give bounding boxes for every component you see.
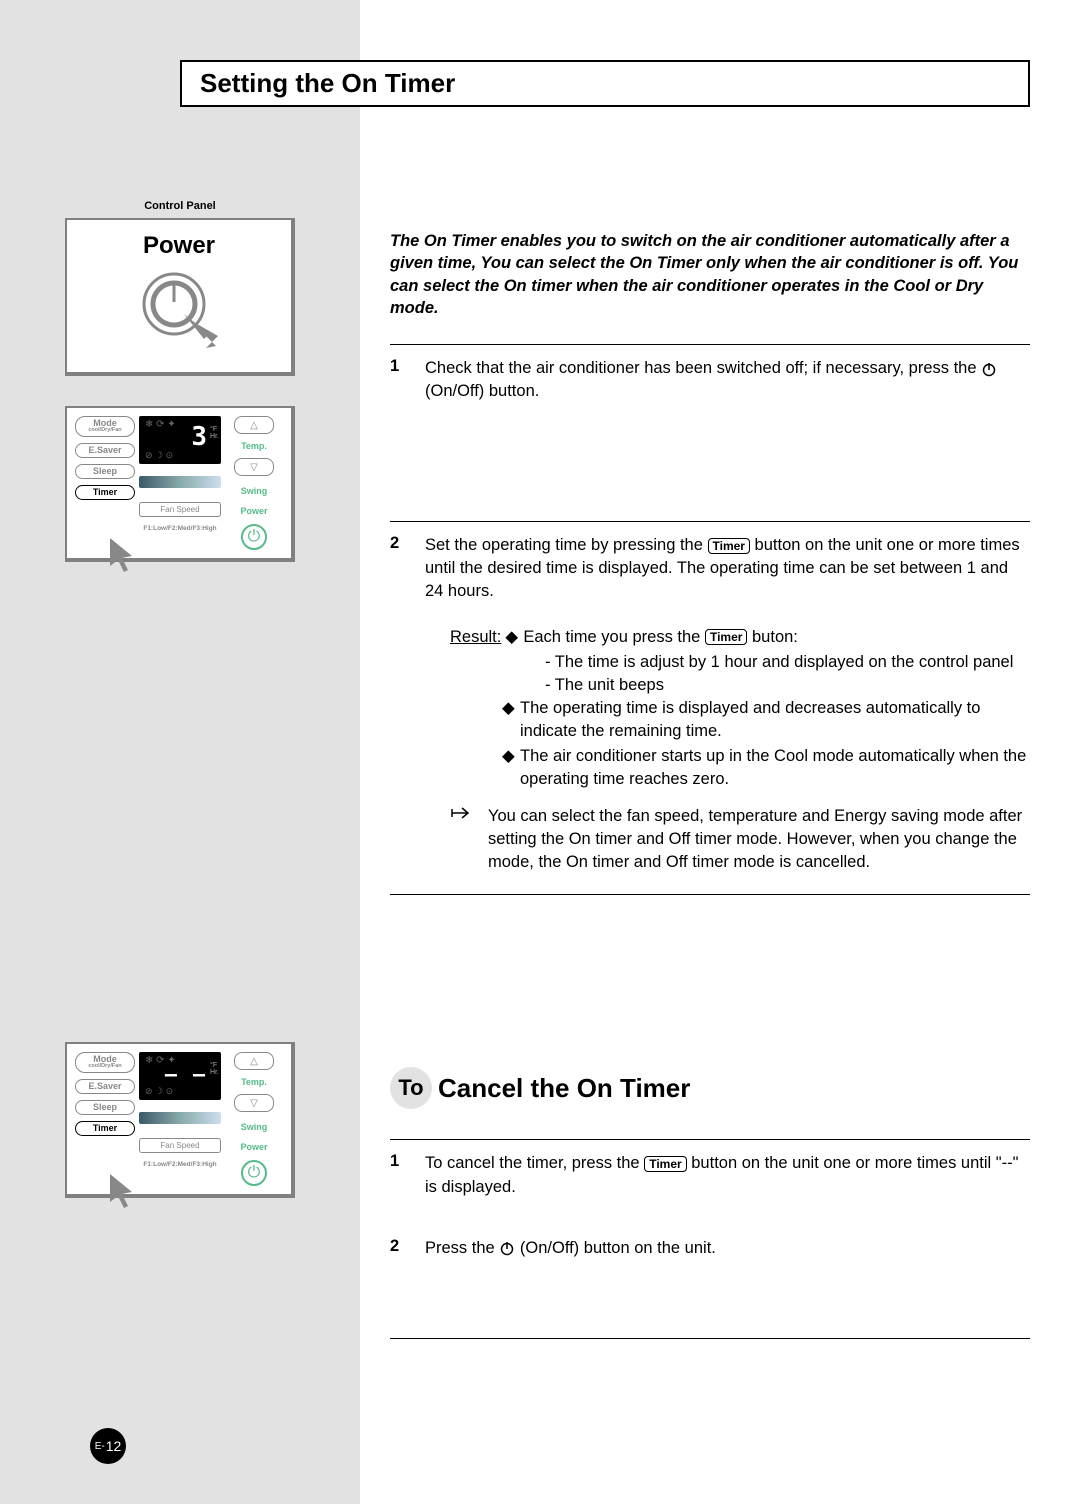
page-number: E-12 [90,1428,126,1464]
remote-display: ❄ ⟳ ✦ – – °FHr. ⊘ ☽ ⊙ [139,1052,221,1100]
result-block: Result: ◆ Each time you press the Timer … [450,626,1030,792]
temp-label: Temp. [241,441,267,451]
timer-inline-icon: Timer [644,1156,686,1172]
power-icon [134,264,224,354]
arrow-note-icon [450,805,476,821]
step-1: 1 Check that the air conditioner has bee… [390,357,1030,403]
temp-label: Temp. [241,1077,267,1087]
sidebar: Control Panel Power Modecool/Dry/Fan E.S… [0,0,360,1504]
temp-up-icon: △ [234,416,274,434]
remote-panel-1: Modecool/Dry/Fan E.Saver Sleep Timer ❄ ⟳… [65,406,295,562]
cancel-step-1: 1 To cancel the timer, press the Timer b… [390,1152,1030,1198]
timer-inline-icon: Timer [705,629,747,645]
fan-speed-button: Fan Speed [139,502,221,517]
cancel-title: To Cancel the On Timer [390,1067,1030,1109]
temp-down-icon: ▽ [234,458,274,476]
result-sub-1: - The time is adjust by 1 hour and displ… [545,651,1030,674]
main-content: The On Timer enables you to switch on th… [360,0,1080,1504]
power-small-label: Power [240,1142,267,1152]
sleep-button: Sleep [75,1100,135,1115]
esaver-button: E.Saver [75,443,135,458]
swing-label: Swing [241,1122,268,1132]
remote-display: ❄ ⟳ ✦ 3 °FHr. ⊘ ☽ ⊙ [139,416,221,464]
swing-label: Swing [241,486,268,496]
note-block: You can select the fan speed, temperatur… [450,805,1030,874]
power-inline-icon [981,361,997,377]
fan-caption: F1:Low/F2:Med/F3:High [139,525,221,532]
mode-button: Modecool/Dry/Fan [75,416,135,437]
timer-button: Timer [75,485,135,500]
step-2: 2 Set the operating time by pressing the… [390,534,1030,603]
power-small-icon: ⏻ [241,1160,267,1186]
cursor-icon [102,536,142,576]
power-small-icon: ⏻ [241,524,267,550]
control-panel-label: Control Panel [20,200,340,212]
remote-panel-2: Modecool/Dry/Fan E.Saver Sleep Timer ❄ ⟳… [65,1042,295,1198]
power-inline-icon [499,1240,515,1256]
fan-speed-button: Fan Speed [139,1138,221,1153]
cursor-icon [102,1172,142,1212]
power-small-label: Power [240,506,267,516]
power-panel: Power [65,218,295,376]
temp-up-icon: △ [234,1052,274,1070]
fan-caption: F1:Low/F2:Med/F3:High [139,1161,221,1168]
mode-button: Modecool/Dry/Fan [75,1052,135,1073]
timer-inline-icon: Timer [708,538,750,554]
page-title: Setting the On Timer [180,60,1030,107]
intro-text: The On Timer enables you to switch on th… [390,230,1030,319]
power-label: Power [77,232,281,260]
sleep-button: Sleep [75,464,135,479]
temp-down-icon: ▽ [234,1094,274,1112]
fan-bar [139,476,221,488]
esaver-button: E.Saver [75,1079,135,1094]
timer-button: Timer [75,1121,135,1136]
result-sub-2: - The unit beeps [545,674,1030,697]
cancel-step-2: 2 Press the (On/Off) button on the unit. [390,1237,1030,1260]
fan-bar [139,1112,221,1124]
